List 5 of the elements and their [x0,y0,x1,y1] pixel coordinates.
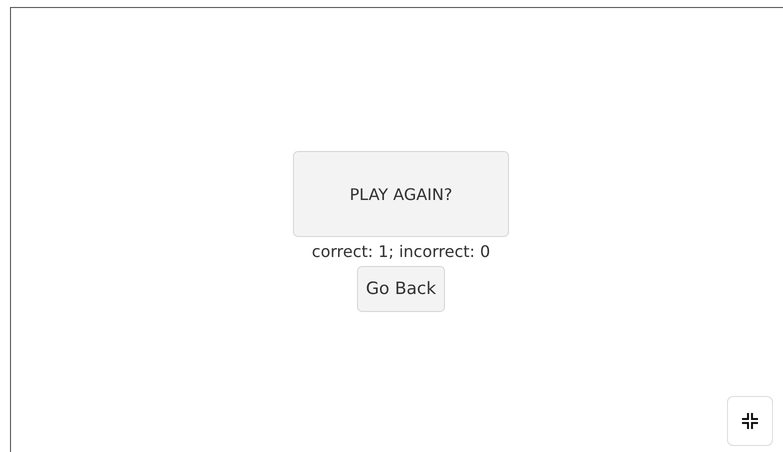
score-text: correct: 1; incorrect: 0 [312,242,490,262]
go-back-button[interactable]: Go Back [356,266,446,312]
play-again-button[interactable]: PLAY AGAIN? [293,151,509,237]
exit-fullscreen-icon [742,413,758,429]
fullscreen-button[interactable] [727,396,773,446]
